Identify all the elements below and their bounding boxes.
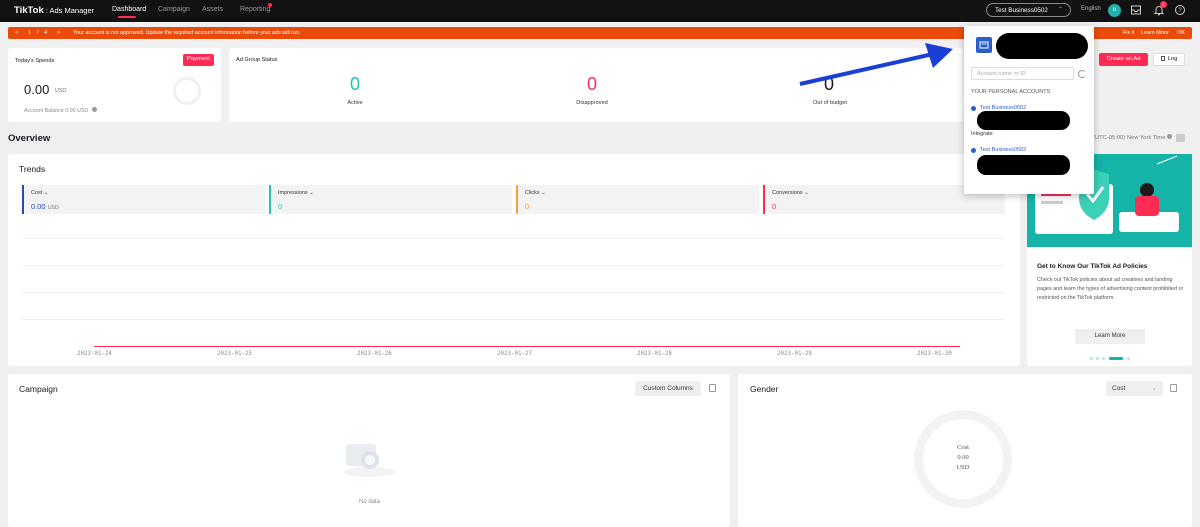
- x-tick-label: 2023-01-27: [497, 351, 532, 357]
- x-tick-label: 2023-01-28: [637, 351, 672, 357]
- x-tick-label: 2023-01-24: [77, 351, 112, 357]
- carousel-dot[interactable]: [1096, 357, 1099, 360]
- spend-unit: USD: [55, 88, 67, 94]
- gender-title: Gender: [750, 384, 779, 394]
- x-tick-label: 2023-01-29: [777, 351, 812, 357]
- disapproved-count[interactable]: 0: [562, 74, 622, 95]
- chevron-down-icon[interactable]: ⌄: [44, 190, 49, 196]
- metric-clicks[interactable]: Clicks ⌄ 0: [516, 185, 759, 214]
- campaign-title: Campaign: [19, 384, 58, 394]
- ad-group-status-title: Ad Group Status: [236, 57, 278, 63]
- export-icon[interactable]: [709, 384, 716, 392]
- chart-gridline: [22, 238, 1005, 239]
- banner-message: Your account is not approved. Update the…: [73, 30, 301, 36]
- integrate-label[interactable]: Integrate: [971, 131, 993, 137]
- out-of-budget-label: Out of budget: [813, 100, 847, 106]
- payment-button[interactable]: Payment: [183, 54, 214, 66]
- metric-color-bar: [22, 185, 24, 214]
- refresh-icon[interactable]: [1078, 70, 1086, 78]
- carousel-dot[interactable]: [1127, 357, 1130, 360]
- banner-learn-more-link[interactable]: Learn More: [1141, 30, 1169, 36]
- carousel-dot-active[interactable]: [1109, 357, 1123, 360]
- user-avatar[interactable]: u: [1108, 4, 1121, 17]
- account-switcher[interactable]: Test Business0502 ⌃: [986, 3, 1071, 17]
- export-icon[interactable]: [1170, 384, 1177, 392]
- banner-ok-button[interactable]: OK: [1177, 30, 1185, 36]
- metric-color-bar: [516, 185, 518, 214]
- personal-accounts-heading: YOUR PERSONAL ACCOUNTS: [971, 89, 1051, 95]
- chart-gridline: [22, 292, 1005, 293]
- spend-progress-ring: [173, 77, 201, 105]
- notification-badge: 1: [1160, 1, 1167, 8]
- help-icon[interactable]: ?: [1174, 4, 1186, 16]
- donut-center-label: Cost 0.00 USD: [956, 444, 970, 471]
- log-icon: [1160, 56, 1165, 61]
- nav-campaign[interactable]: Campaign: [158, 6, 190, 13]
- spend-amount: 0.00: [24, 82, 50, 97]
- chevron-down-icon: ⌄: [1151, 385, 1157, 392]
- overview-title: Overview: [8, 133, 51, 144]
- metric-color-bar: [269, 185, 271, 214]
- account-balance: Account Balance 0.00 USD: [24, 108, 89, 114]
- tiktok-ads-manager-logo[interactable]: TikTok: Ads Manager: [14, 5, 94, 16]
- chevron-up-icon: ⌃: [1057, 7, 1063, 13]
- annotation-arrow-icon: [799, 43, 953, 86]
- info-icon[interactable]: [1167, 134, 1173, 139]
- trends-title: Trends: [19, 164, 46, 174]
- account-icon: [971, 148, 976, 153]
- log-button[interactable]: Log: [1153, 53, 1185, 66]
- chevron-down-icon[interactable]: ⌄: [804, 190, 809, 196]
- inbox-icon[interactable]: [1130, 4, 1142, 16]
- promo-title: Get to Know Our TikTok Ad Policies: [1037, 263, 1148, 270]
- metric-impressions[interactable]: Impressions ⌄ 0: [269, 185, 512, 214]
- personal-account-item[interactable]: Test Business0502: [980, 147, 1026, 153]
- x-tick-label: 2023-01-25: [217, 351, 252, 357]
- reporting-notification-dot: [268, 3, 272, 7]
- chart-gridline: [22, 319, 1005, 320]
- empty-state-icon: [340, 438, 400, 478]
- redacted-account-id: [977, 111, 1070, 130]
- learn-more-button[interactable]: Learn More: [1075, 329, 1145, 344]
- no-data-text: No data: [359, 499, 381, 505]
- account-icon: [971, 106, 976, 111]
- trend-line: [94, 346, 960, 347]
- todays-spends-title: Today's Spends: [15, 58, 55, 64]
- banner-page-separator: /: [37, 30, 39, 36]
- nav-assets[interactable]: Assets: [202, 6, 223, 13]
- nav-dashboard[interactable]: Dashboard: [112, 6, 146, 13]
- metric-color-bar: [763, 185, 765, 214]
- chart-gridline: [22, 265, 1005, 266]
- language-selector[interactable]: English: [1081, 6, 1101, 12]
- nav-active-indicator: [118, 16, 136, 18]
- gender-metric-select[interactable]: Cost ⌄: [1106, 381, 1163, 396]
- banner-prev-icon[interactable]: <: [15, 30, 18, 36]
- carousel-dot[interactable]: [1102, 357, 1105, 360]
- chevron-down-icon[interactable]: ⌄: [309, 190, 314, 196]
- nav-reporting[interactable]: Reporting: [240, 6, 270, 13]
- redacted-account-name: [996, 33, 1088, 59]
- disapproved-label: Disapproved: [576, 100, 608, 106]
- carousel-dot[interactable]: [1090, 357, 1093, 360]
- active-count[interactable]: 0: [325, 74, 385, 95]
- banner-page-current: 1: [28, 30, 32, 36]
- x-tick-label: 2023-01-26: [357, 351, 392, 357]
- redacted-account-id: [977, 155, 1070, 175]
- info-icon[interactable]: [92, 107, 97, 112]
- timezone-label: (UTC-05:00) New York Time: [1093, 134, 1173, 141]
- banner-page-total: 4: [44, 30, 48, 36]
- promo-description: Check out TikTok policies about ad creat…: [1037, 277, 1184, 301]
- create-ad-button[interactable]: Create an Ad: [1099, 53, 1148, 66]
- banner-next-icon[interactable]: >: [57, 30, 60, 36]
- metric-cost[interactable]: Cost ⌄ 0.00 USD: [22, 185, 265, 214]
- custom-columns-button[interactable]: Custom Columns: [635, 381, 701, 396]
- banner-fix-link[interactable]: Fix it: [1123, 30, 1134, 36]
- chevron-down-icon[interactable]: ⌄: [541, 190, 546, 196]
- account-search-input[interactable]: Account name or ID: [971, 67, 1074, 80]
- svg-text:?: ?: [1178, 8, 1182, 14]
- active-label: Active: [347, 100, 363, 106]
- calendar-icon[interactable]: [1176, 134, 1185, 142]
- x-tick-label: 2023-01-30: [917, 351, 952, 357]
